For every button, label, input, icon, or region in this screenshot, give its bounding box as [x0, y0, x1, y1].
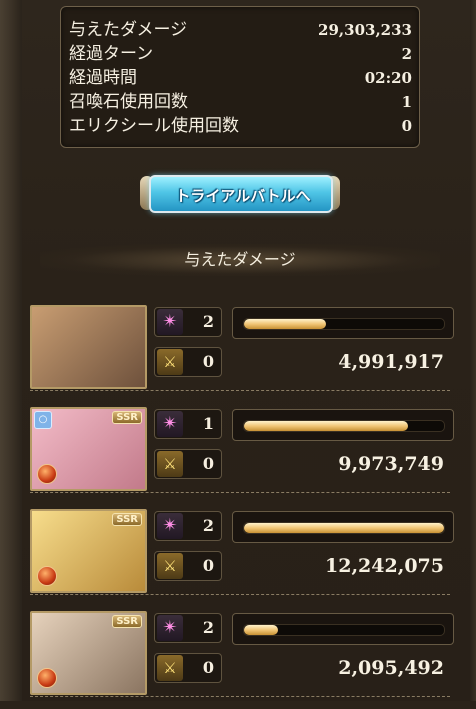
- character-row: ✴ 2 ⚔ 0 4,991,917: [22, 305, 470, 403]
- crossed-swords-icon: ⚔: [157, 349, 183, 375]
- ability-count-badge: ✴ 1: [154, 409, 222, 439]
- crossed-swords-icon: ⚔: [157, 451, 183, 477]
- summary-label: 経過時間: [69, 68, 137, 88]
- damage-bar-fill: [244, 319, 326, 329]
- charge-attack-count-badge: ⚔ 0: [154, 551, 222, 581]
- summary-value: 0: [401, 117, 412, 135]
- summary-row-turns: 経過ターン 2: [69, 43, 412, 66]
- damage-value: 9,973,749: [338, 453, 444, 475]
- damage-share-bar: [232, 613, 454, 645]
- row-divider: [30, 696, 450, 697]
- summary-label: 召喚石使用回数: [69, 92, 188, 112]
- damage-share-bar: [232, 511, 454, 543]
- pink-star-icon: ✴: [157, 309, 183, 335]
- summary-row-damage: 与えたダメージ 29,303,233: [69, 19, 412, 42]
- damage-value: 4,991,917: [338, 351, 444, 373]
- damage-bar-track: [243, 624, 445, 636]
- damage-bar-fill: [244, 625, 278, 635]
- character-row: SSR ✴ 2 ⚔ 0 12,242,075: [22, 509, 470, 607]
- charge-attack-count: 0: [202, 454, 214, 473]
- charge-attack-count: 0: [202, 658, 214, 677]
- charge-attack-count-badge: ⚔ 0: [154, 653, 222, 683]
- fire-element-icon: [37, 464, 57, 484]
- damage-bar-fill: [244, 523, 444, 533]
- character-art: [32, 307, 145, 387]
- pink-star-icon: ✴: [157, 411, 183, 437]
- rarity-badge: SSR: [112, 411, 142, 424]
- ability-count-badge: ✴ 2: [154, 511, 222, 541]
- ability-count-badge: ✴ 2: [154, 307, 222, 337]
- damage-share-bar: [232, 307, 454, 339]
- summary-value: 29,303,233: [318, 21, 412, 39]
- summary-label: エリクシール使用回数: [69, 116, 239, 136]
- right-frame: [470, 0, 476, 701]
- character-portrait[interactable]: SSR ○: [30, 407, 147, 491]
- battle-summary-box: 与えたダメージ 29,303,233 経過ターン 2 経過時間 02:20 召喚…: [60, 6, 420, 148]
- charge-attack-count: 0: [202, 556, 214, 575]
- ability-count: 2: [202, 312, 214, 331]
- ability-count: 2: [202, 516, 214, 535]
- fire-element-icon: [37, 566, 57, 586]
- summary-row-summons: 召喚石使用回数 1: [69, 91, 412, 114]
- pink-star-icon: ✴: [157, 513, 183, 539]
- damage-bar-track: [243, 522, 445, 534]
- character-row: SSR ✴ 2 ⚔ 0 2,095,492: [22, 611, 470, 709]
- character-portrait[interactable]: SSR: [30, 509, 147, 593]
- damage-share-bar: [232, 409, 454, 441]
- row-divider: [30, 390, 450, 391]
- summary-value: 02:20: [364, 69, 412, 87]
- rarity-badge: SSR: [112, 615, 142, 628]
- damage-value: 2,095,492: [338, 657, 444, 679]
- summary-value: 2: [401, 45, 412, 63]
- ability-count: 2: [202, 618, 214, 637]
- summary-row-time: 経過時間 02:20: [69, 67, 412, 90]
- damage-bar-track: [243, 318, 445, 330]
- damage-value: 12,242,075: [325, 555, 444, 577]
- trial-battle-button[interactable]: トライアルバトルへ: [140, 172, 340, 214]
- left-frame: [0, 0, 22, 701]
- character-portrait[interactable]: [30, 305, 147, 389]
- charge-attack-count: 0: [202, 352, 214, 371]
- summary-row-elixirs: エリクシール使用回数 0: [69, 115, 412, 138]
- fire-element-icon: [37, 668, 57, 688]
- crossed-swords-icon: ⚔: [157, 655, 183, 681]
- pink-star-icon: ✴: [157, 615, 183, 641]
- summary-label: 経過ターン: [69, 44, 154, 64]
- summary-label: 与えたダメージ: [69, 20, 188, 40]
- rarity-badge: SSR: [112, 513, 142, 526]
- row-divider: [30, 594, 450, 595]
- ability-count-badge: ✴ 2: [154, 613, 222, 643]
- damage-section-header: 与えたダメージ: [40, 244, 440, 276]
- ring-icon: ○: [34, 411, 52, 429]
- character-row: SSR ○ ✴ 1 ⚔ 0 9,973,749: [22, 407, 470, 505]
- trial-battle-button-face[interactable]: トライアルバトルへ: [149, 175, 333, 213]
- charge-attack-count-badge: ⚔ 0: [154, 347, 222, 377]
- crossed-swords-icon: ⚔: [157, 553, 183, 579]
- damage-bar-track: [243, 420, 445, 432]
- ability-count: 1: [202, 414, 214, 433]
- damage-bar-fill: [244, 421, 408, 431]
- row-divider: [30, 492, 450, 493]
- summary-value: 1: [401, 93, 412, 111]
- section-title: 与えたダメージ: [184, 250, 296, 269]
- trial-battle-button-label: トライアルバトルへ: [175, 187, 311, 205]
- charge-attack-count-badge: ⚔ 0: [154, 449, 222, 479]
- character-portrait[interactable]: SSR: [30, 611, 147, 695]
